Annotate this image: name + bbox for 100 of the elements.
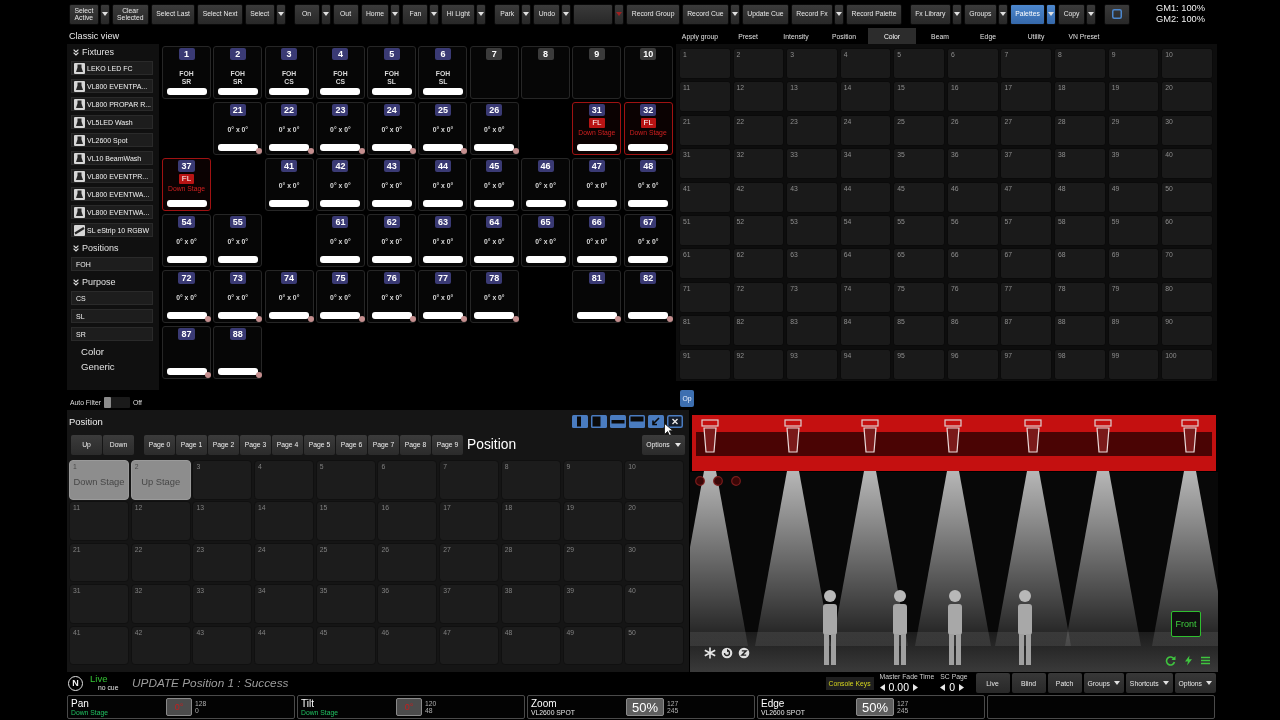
right-arrow-icon[interactable]	[959, 683, 965, 691]
intensity-bar	[423, 312, 463, 319]
left-arrow-icon[interactable]	[940, 683, 946, 691]
caret-icon	[953, 12, 960, 16]
dropdown-button[interactable]	[729, 3, 740, 25]
channel-number: 82	[640, 272, 657, 284]
dropdown-button[interactable]	[390, 3, 401, 25]
sidebar-group[interactable]: Color	[71, 344, 104, 359]
view-button[interactable]: Front	[1171, 611, 1201, 637]
intensity-bar	[576, 256, 617, 263]
intensity-bar	[423, 144, 463, 151]
channel-number: 73	[229, 272, 246, 284]
toggle-switch[interactable]	[104, 396, 130, 408]
dropdown-button[interactable]	[275, 3, 286, 25]
panel-top-icon[interactable]	[629, 414, 645, 428]
dropdown-button[interactable]	[834, 3, 845, 25]
intensity-bar	[320, 88, 361, 95]
channel-number: 65	[537, 216, 554, 228]
intensity-bar	[166, 368, 207, 375]
channel-number: 47	[588, 160, 605, 172]
channel-number: 32	[640, 104, 657, 116]
chevron-icon[interactable]	[73, 48, 79, 56]
dropdown-button[interactable]	[429, 3, 440, 25]
panel-left-icon[interactable]	[591, 414, 607, 428]
row-layout-icon[interactable]	[610, 414, 626, 428]
channel-number: 75	[332, 272, 349, 284]
mode-indicator: Live	[90, 674, 109, 684]
intensity-bar	[576, 144, 617, 151]
caret-icon	[563, 12, 570, 16]
section-header[interactable]: Positions	[82, 243, 119, 253]
channel-number: 31	[588, 104, 605, 116]
caret-icon	[1113, 681, 1120, 685]
dropdown-button[interactable]	[951, 3, 962, 25]
status-flag: FL	[589, 118, 605, 128]
section-header[interactable]: Fixtures	[82, 47, 114, 57]
dropdown-button[interactable]	[1085, 3, 1096, 25]
intensity-bar	[576, 312, 617, 319]
rotate-icon[interactable]	[721, 647, 733, 659]
intensity-bar	[320, 256, 361, 263]
dropdown-button[interactable]	[997, 3, 1008, 25]
fixture-cell[interactable]: 82	[623, 270, 673, 323]
sidebar-group[interactable]: Generic	[71, 359, 115, 374]
chevron-icon[interactable]	[73, 244, 79, 252]
dim-circle-icon[interactable]	[713, 476, 723, 486]
left-arrow-icon[interactable]	[879, 683, 885, 691]
panel-title: Classic view	[69, 31, 120, 41]
caret-icon	[1048, 12, 1055, 16]
zoom-icon[interactable]	[738, 647, 750, 659]
column-layout-icon[interactable]	[572, 414, 588, 428]
caret-icon	[1206, 681, 1212, 685]
encoder-name: Edge	[761, 697, 786, 709]
caret-icon	[478, 12, 485, 16]
channel-number: 81	[588, 272, 605, 284]
channel-number: 61	[332, 216, 349, 228]
dropdown-button[interactable]	[476, 3, 487, 25]
intensity-bar	[217, 144, 258, 151]
bolt-icon[interactable]	[1183, 655, 1194, 666]
close-icon[interactable]	[667, 414, 683, 428]
fixture-cell[interactable]: 9	[572, 46, 622, 99]
caret-icon	[999, 12, 1006, 16]
intensity-bar	[423, 88, 463, 95]
refresh-icon[interactable]	[1165, 655, 1176, 666]
fixture-cell[interactable]: 88	[213, 326, 263, 379]
strip-icon	[74, 224, 85, 236]
dropdown-button[interactable]	[99, 3, 110, 25]
channel-number: 87	[178, 328, 195, 340]
fixture-cell[interactable]: 7	[469, 46, 519, 99]
lighting-truss[interactable]	[692, 415, 1216, 471]
restore-icon[interactable]	[648, 414, 664, 428]
encoder-value: 0°	[396, 698, 422, 716]
intensity-bar	[217, 368, 258, 375]
fixture-cell[interactable]: 8	[521, 46, 571, 99]
channel-number: 67	[640, 216, 657, 228]
dropdown-button[interactable]	[320, 3, 331, 25]
intensity-bar	[371, 256, 412, 263]
encoder-name: Pan	[71, 697, 90, 709]
intensity-bar	[371, 88, 412, 95]
caret-icon	[836, 12, 843, 16]
fixture-cell[interactable]: 10	[623, 46, 673, 99]
intensity-bar	[269, 88, 310, 95]
toolbar-button[interactable]	[1103, 3, 1130, 25]
dropdown-button[interactable]	[521, 3, 532, 25]
channel-number: 77	[434, 272, 451, 284]
dropdown-button[interactable]	[561, 3, 572, 25]
fixture-cell[interactable]: 87	[162, 326, 211, 379]
asterisk-icon[interactable]	[704, 647, 716, 659]
dim-circle-icon[interactable]	[695, 476, 705, 486]
section-header[interactable]: Purpose	[82, 277, 116, 287]
channel-number: 22	[281, 104, 298, 116]
intensity-bar	[628, 256, 669, 263]
menu-icon[interactable]	[1200, 655, 1211, 666]
dropdown-button[interactable]	[1046, 3, 1057, 25]
chevron-icon[interactable]	[73, 278, 79, 286]
fixture-cell[interactable]: 81	[572, 270, 622, 323]
status-flag: FL	[640, 118, 656, 128]
intensity-bar	[166, 88, 207, 95]
channel-number: 7	[486, 48, 503, 60]
caret-icon	[322, 12, 329, 16]
intensity-bar	[423, 200, 463, 207]
right-arrow-icon[interactable]	[913, 683, 918, 691]
